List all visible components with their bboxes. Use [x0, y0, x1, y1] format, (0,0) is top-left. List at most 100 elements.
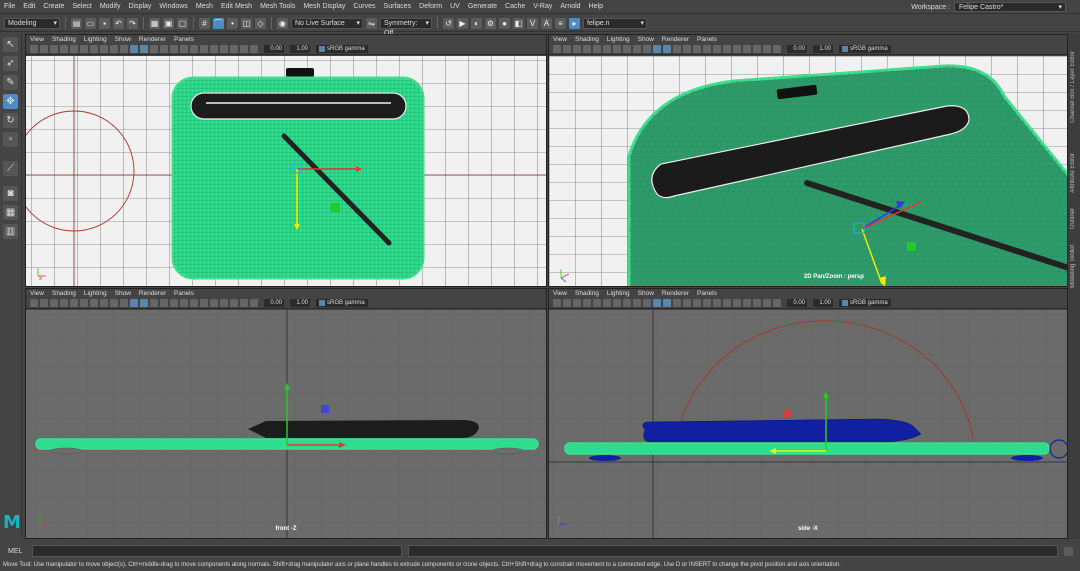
select-object-icon[interactable]: ▣ — [163, 17, 174, 29]
tab-modeling-toolkit[interactable]: Modeling Toolkit — [1070, 245, 1076, 288]
xray-joints-icon[interactable] — [240, 45, 248, 53]
script-editor-icon[interactable] — [1064, 546, 1073, 556]
panel-menu-show[interactable]: Show — [638, 290, 654, 297]
aa-icon[interactable] — [723, 45, 731, 53]
field-chart-icon[interactable] — [110, 299, 118, 307]
gate-mask-icon[interactable] — [100, 45, 108, 53]
shadows-icon[interactable] — [170, 45, 178, 53]
ipr-render-icon[interactable]: ◐ — [471, 17, 482, 29]
scale-icon[interactable]: ▫ — [3, 132, 18, 147]
colorspace-dropdown[interactable]: sRGB gamma — [316, 45, 368, 53]
panel-menu-shading[interactable]: Shading — [575, 36, 599, 43]
xray-icon[interactable] — [753, 45, 761, 53]
isolate-icon[interactable] — [220, 299, 228, 307]
move-manipulator-plane[interactable] — [331, 203, 340, 212]
camera-icon[interactable] — [553, 45, 561, 53]
move-manipulator-plane[interactable] — [907, 242, 916, 251]
xray-components-icon[interactable] — [250, 45, 258, 53]
camera-attr-icon[interactable] — [40, 299, 48, 307]
menu-uv[interactable]: UV — [446, 3, 464, 10]
exposure-field[interactable]: 0.00 — [787, 45, 807, 53]
dof-icon[interactable] — [210, 299, 218, 307]
save-scene-icon[interactable]: ▪ — [99, 17, 110, 29]
textured-icon[interactable] — [673, 299, 681, 307]
live-surface-field[interactable]: No Live Surface — [291, 17, 363, 29]
field-chart-icon[interactable] — [110, 45, 118, 53]
menu-edit[interactable]: Edit — [19, 3, 39, 10]
field-chart-icon[interactable] — [633, 45, 641, 53]
wireframe-icon[interactable] — [130, 299, 138, 307]
new-scene-icon[interactable]: ▤ — [71, 17, 82, 29]
colorspace-dropdown[interactable]: sRGB gamma — [839, 45, 891, 53]
menu-create[interactable]: Create — [39, 3, 68, 10]
snap-point-icon[interactable]: • — [227, 17, 238, 29]
move-icon[interactable]: ✥ — [3, 94, 18, 109]
mode-dropdown[interactable]: Modeling — [4, 17, 60, 29]
motion-blur-icon[interactable] — [190, 45, 198, 53]
menu-deform[interactable]: Deform — [415, 3, 446, 10]
panel-menu-lighting[interactable]: Lighting — [607, 36, 630, 43]
shadows-icon[interactable] — [170, 299, 178, 307]
dof-icon[interactable] — [210, 45, 218, 53]
panel-menu-shading[interactable]: Shading — [52, 290, 76, 297]
panel-menu-view[interactable]: View — [30, 290, 44, 297]
image-plane-icon[interactable] — [60, 45, 68, 53]
field-chart-icon[interactable] — [633, 299, 641, 307]
ao-icon[interactable] — [703, 45, 711, 53]
bookmark-icon[interactable] — [573, 45, 581, 53]
menu-file[interactable]: File — [0, 3, 19, 10]
persp-view-canvas[interactable]: 2D Pan/Zoom : persp — [549, 56, 1067, 286]
menu-curves[interactable]: Curves — [349, 3, 379, 10]
xray-icon[interactable] — [230, 45, 238, 53]
history-icon[interactable]: ↺ — [443, 17, 454, 29]
isolate-icon[interactable] — [743, 299, 751, 307]
xray-icon[interactable] — [230, 299, 238, 307]
panel-menu-panels[interactable]: Panels — [174, 290, 194, 297]
menu-generate[interactable]: Generate — [464, 3, 501, 10]
viewport-persp[interactable]: View Shading Lighting Show Renderer Pane… — [548, 34, 1068, 287]
image-plane-icon[interactable] — [583, 45, 591, 53]
textured-icon[interactable] — [673, 45, 681, 53]
panel-menu-panels[interactable]: Panels — [697, 290, 717, 297]
panel-menu-renderer[interactable]: Renderer — [139, 290, 166, 297]
tab-attribute-editor[interactable]: Attribute Editor — [1070, 153, 1076, 193]
open-scene-icon[interactable]: ▭ — [85, 17, 96, 29]
single-perspective-icon[interactable]: ◙ — [3, 186, 18, 201]
grid-icon[interactable] — [593, 299, 601, 307]
undo-icon[interactable]: ↶ — [113, 17, 124, 29]
outliner-icon[interactable]: ▥ — [3, 224, 18, 239]
tab-outliner[interactable]: Outliner — [1070, 208, 1076, 229]
snap-curve-icon[interactable]: ⌒ — [213, 17, 224, 29]
panel-menu-shading[interactable]: Shading — [575, 290, 599, 297]
menu-cache[interactable]: Cache — [501, 3, 529, 10]
film-gate-icon[interactable] — [603, 299, 611, 307]
colorspace-dropdown[interactable]: sRGB gamma — [839, 299, 891, 307]
grid-icon[interactable] — [70, 299, 78, 307]
gate-mask-icon[interactable] — [623, 45, 631, 53]
smooth-shade-icon[interactable] — [140, 45, 148, 53]
front-view-canvas[interactable]: front -Z — [26, 310, 546, 538]
snap-grid-icon[interactable]: # — [199, 17, 210, 29]
mel-label[interactable]: MEL — [8, 548, 26, 555]
bookmark-icon[interactable] — [50, 45, 58, 53]
menu-vray[interactable]: V-Ray — [529, 3, 556, 10]
textured-icon[interactable] — [150, 45, 158, 53]
exposure-field[interactable]: 0.00 — [264, 299, 284, 307]
aa-icon[interactable] — [200, 45, 208, 53]
panel-menu-lighting[interactable]: Lighting — [607, 290, 630, 297]
gamma-field[interactable]: 1.00 — [813, 45, 833, 53]
gate-mask-icon[interactable] — [100, 299, 108, 307]
lights-icon[interactable] — [160, 299, 168, 307]
mel-input[interactable] — [32, 545, 402, 557]
select-icon[interactable]: ↖ — [3, 37, 18, 52]
object-name-field[interactable]: felipe.n — [583, 17, 647, 29]
render-icon[interactable]: ▶ — [457, 17, 468, 29]
ao-icon[interactable] — [703, 299, 711, 307]
move-manipulator-plane[interactable] — [321, 405, 329, 413]
select-component-icon[interactable]: ▢ — [177, 17, 188, 29]
isolate-icon[interactable] — [743, 45, 751, 53]
panel-menu-panels[interactable]: Panels — [697, 36, 717, 43]
camera-icon[interactable] — [553, 299, 561, 307]
snap-surface-icon[interactable]: ◇ — [255, 17, 266, 29]
safe-action-icon[interactable] — [643, 45, 651, 53]
